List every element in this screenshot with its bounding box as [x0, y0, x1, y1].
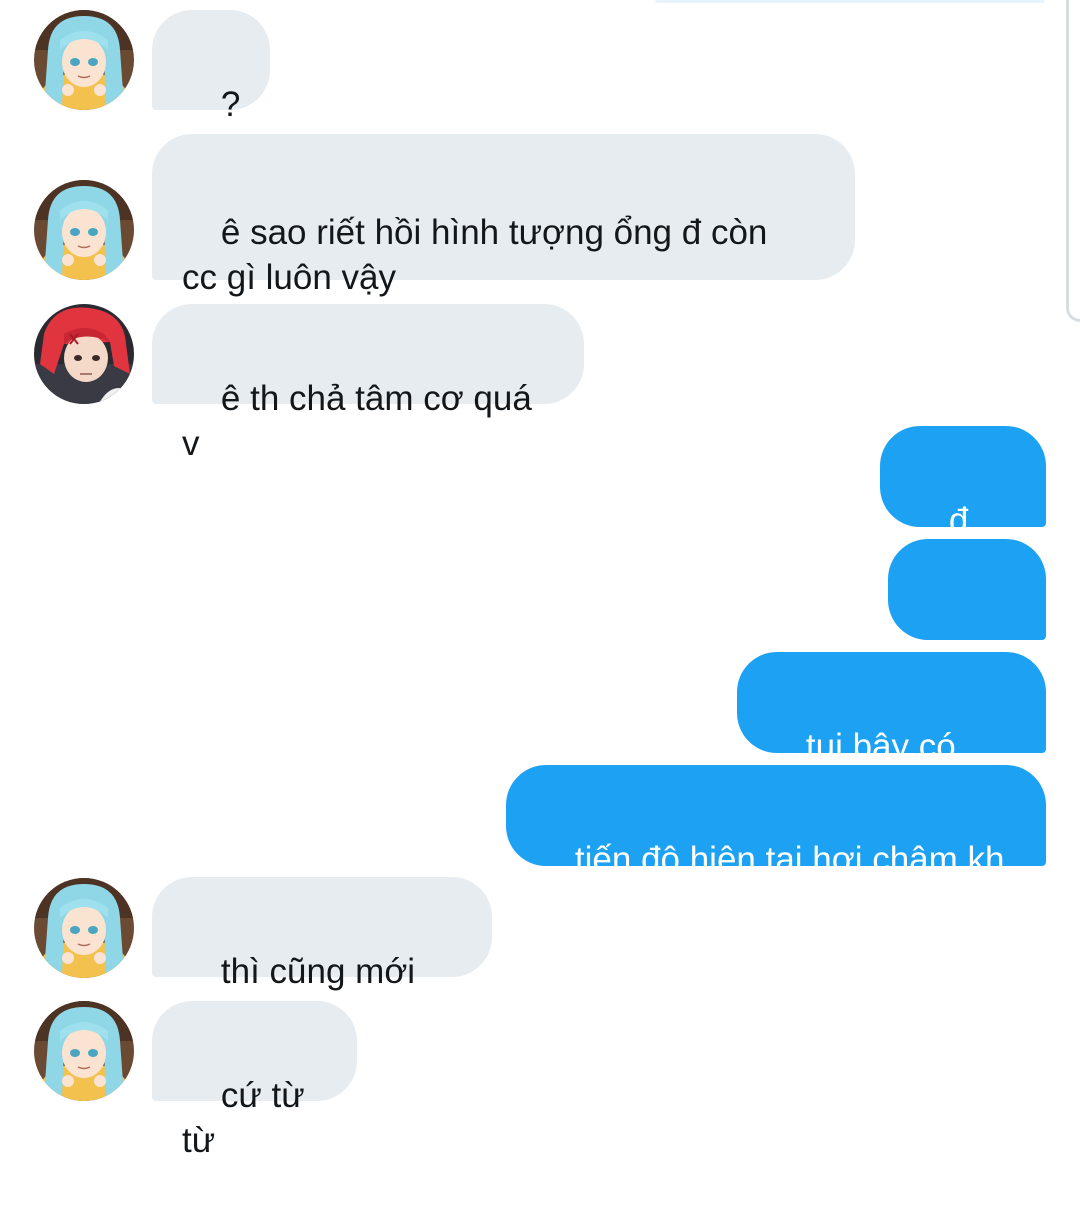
- scrollbar[interactable]: [1066, 0, 1080, 322]
- message-bubble-incoming[interactable]: cứ từ từ: [152, 1001, 357, 1160]
- red-hair-avatar-icon: [34, 304, 134, 404]
- avatar[interactable]: [34, 1001, 134, 1101]
- avatar[interactable]: [34, 10, 134, 110]
- message-bubble-incoming[interactable]: thì cũng mới mà: [152, 877, 492, 1036]
- blue-hair-avatar-icon: [34, 10, 134, 110]
- previous-message-edge: [655, 0, 1045, 3]
- message-text: ê th chả tâm cơ quá v: [182, 379, 542, 463]
- message-text: ?: [220, 85, 241, 124]
- avatar[interactable]: [34, 304, 134, 404]
- message-text: tiến độ hiện tại hơi chậm kh: [574, 840, 1005, 879]
- blue-hair-avatar-icon: [34, 180, 134, 280]
- message-bubble-incoming[interactable]: ê sao riết hồi hình tượng ổng đ còn cc g…: [152, 134, 855, 297]
- message-text: ê sao riết hồi hình tượng ổng đ còn cc g…: [182, 213, 768, 297]
- message-text: cứ từ từ: [182, 1076, 315, 1160]
- message-bubble-outgoing[interactable]: tiến độ hiện tại hơi chậm kh: [506, 765, 1046, 879]
- message-bubble-incoming[interactable]: ê th chả tâm cơ quá v: [152, 304, 584, 463]
- message-bubble-outgoing[interactable]: đ biết: [880, 426, 1046, 585]
- message-bubble-incoming[interactable]: ?: [152, 10, 271, 124]
- message-bubble-outgoing[interactable]: tụi bây có thấy: [737, 652, 1046, 811]
- avatar[interactable]: [34, 878, 134, 978]
- blue-hair-avatar-icon: [34, 1001, 134, 1101]
- blue-hair-avatar-icon: [34, 878, 134, 978]
- message-bubble-outgoing[interactable]: nhma: [888, 539, 1046, 698]
- avatar[interactable]: [34, 180, 134, 280]
- conversation-view[interactable]: ? ê sao riết hồi hình tượng ổng đ còn cc…: [0, 0, 1080, 1160]
